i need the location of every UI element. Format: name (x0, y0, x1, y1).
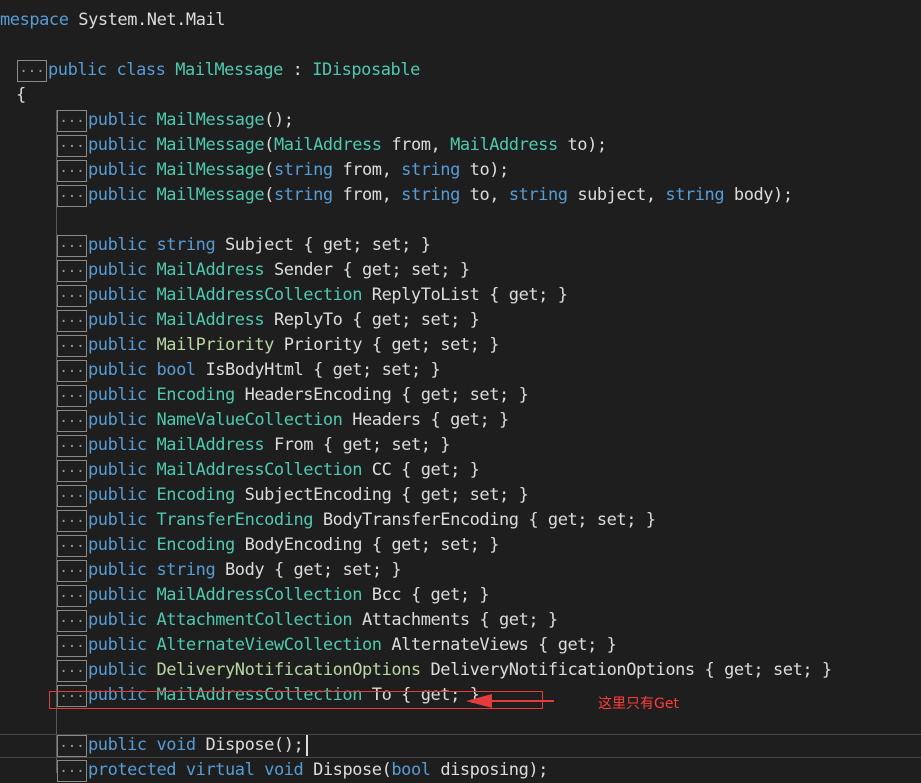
accessor-block: { get; set; } (322, 435, 451, 455)
fold-marker[interactable]: ... (57, 510, 87, 532)
fold-marker[interactable]: ... (57, 635, 87, 657)
fold-marker[interactable]: ... (57, 460, 87, 482)
property-declaration: public MailAddress ReplyTo { get; set; } (88, 310, 480, 330)
accessor-block: { get; set; } (528, 510, 656, 530)
accessor-block: { get; } (410, 585, 490, 605)
namespace-line: mespace System.Net.Mail (0, 10, 226, 30)
fold-marker[interactable]: ... (57, 485, 87, 507)
method-declaration: protected virtual void Dispose(bool disp… (88, 760, 548, 780)
accessor-block: { get; } (430, 410, 510, 430)
fold-marker[interactable]: ... (57, 610, 87, 632)
accessor-block: { get; } (401, 460, 480, 480)
property-declaration: public MailPriority Priority { get; set;… (88, 335, 500, 355)
constructor-declaration: public MailMessage(string from, string t… (88, 185, 793, 205)
accessor-block: { get; set; } (401, 485, 529, 505)
property-declaration: public MailAddress From { get; set; } (88, 435, 451, 455)
fold-marker[interactable]: ... (57, 110, 87, 132)
fold-marker[interactable]: ... (57, 735, 87, 757)
code-editor[interactable]: mespace System.Net.Mail ... public class… (0, 0, 921, 782)
property-declaration: public string Subject { get; set; } (88, 235, 431, 255)
property-declaration: public bool IsBodyHtml { get; set; } (88, 360, 441, 380)
open-brace: { (16, 85, 26, 105)
accessor-block: { get; set; } (371, 535, 500, 555)
accessor-block: { get; set; } (303, 235, 431, 255)
text-caret (306, 735, 308, 756)
property-declaration: public AttachmentCollection Attachments … (88, 610, 558, 630)
accessor-block: { get; set; } (342, 260, 470, 280)
fold-marker[interactable]: ... (57, 260, 87, 282)
fold-marker[interactable]: ... (57, 435, 87, 457)
property-declaration: public Encoding SubjectEncoding { get; s… (88, 485, 529, 505)
accessor-block: { get; } (489, 285, 568, 305)
constructor-declaration: public MailMessage(MailAddress from, Mai… (88, 135, 607, 155)
fold-marker[interactable]: ... (57, 660, 87, 682)
annotation-note: 这里只有Get (598, 696, 679, 712)
accessor-block: { get; } (479, 610, 558, 630)
fold-marker[interactable]: ... (57, 585, 87, 607)
fold-marker[interactable]: ... (57, 235, 87, 257)
accessor-block: { get; set; } (704, 660, 833, 680)
fold-marker[interactable]: ... (57, 160, 87, 182)
accessor-block: { get; set; } (371, 335, 500, 355)
accessor-block: { get; set; } (401, 385, 529, 405)
constructor-declaration: public MailMessage(); (88, 110, 294, 130)
accessor-block: { get; } (538, 635, 617, 655)
property-declaration: public AlternateViewCollection Alternate… (88, 635, 617, 655)
property-declaration: public NameValueCollection Headers { get… (88, 410, 510, 430)
fold-marker[interactable]: ... (57, 535, 87, 557)
fold-marker[interactable]: ... (57, 560, 87, 582)
accessor-block: { get; set; } (352, 310, 480, 330)
fold-marker[interactable]: ... (57, 410, 87, 432)
fold-marker[interactable]: ... (57, 385, 87, 407)
property-declaration: public MailAddress Sender { get; set; } (88, 260, 470, 280)
fold-marker[interactable]: ... (57, 360, 87, 382)
accessor-block: { get; set; } (273, 560, 402, 580)
property-declaration: public string Body { get; set; } (88, 560, 402, 580)
property-declaration: public MailAddressCollection ReplyToList… (88, 285, 568, 305)
accessor-block: { get; set; } (313, 360, 441, 380)
property-declaration: public DeliveryNotificationOptions Deliv… (88, 660, 833, 680)
class-declaration: public class MailMessage : IDisposable (48, 60, 420, 80)
property-declaration: public Encoding BodyEncoding { get; set;… (88, 535, 500, 555)
property-declaration: public MailAddressCollection CC { get; } (88, 460, 480, 480)
fold-marker[interactable]: ... (57, 285, 87, 307)
property-declaration: public TransferEncoding BodyTransferEnco… (88, 510, 656, 530)
fold-marker[interactable]: ... (57, 310, 87, 332)
property-declaration: public MailAddressCollection Bcc { get; … (88, 585, 490, 605)
fold-marker[interactable]: ... (57, 335, 87, 357)
arrow-icon (466, 694, 554, 708)
method-declaration: public void Dispose(); (88, 735, 304, 755)
property-declaration: public Encoding HeadersEncoding { get; s… (88, 385, 529, 405)
constructor-declaration: public MailMessage(string from, string t… (88, 160, 509, 180)
fold-marker[interactable]: ... (17, 60, 47, 82)
fold-marker[interactable]: ... (57, 135, 87, 157)
fold-marker[interactable]: ... (57, 185, 87, 207)
fold-marker[interactable]: ... (57, 760, 87, 782)
